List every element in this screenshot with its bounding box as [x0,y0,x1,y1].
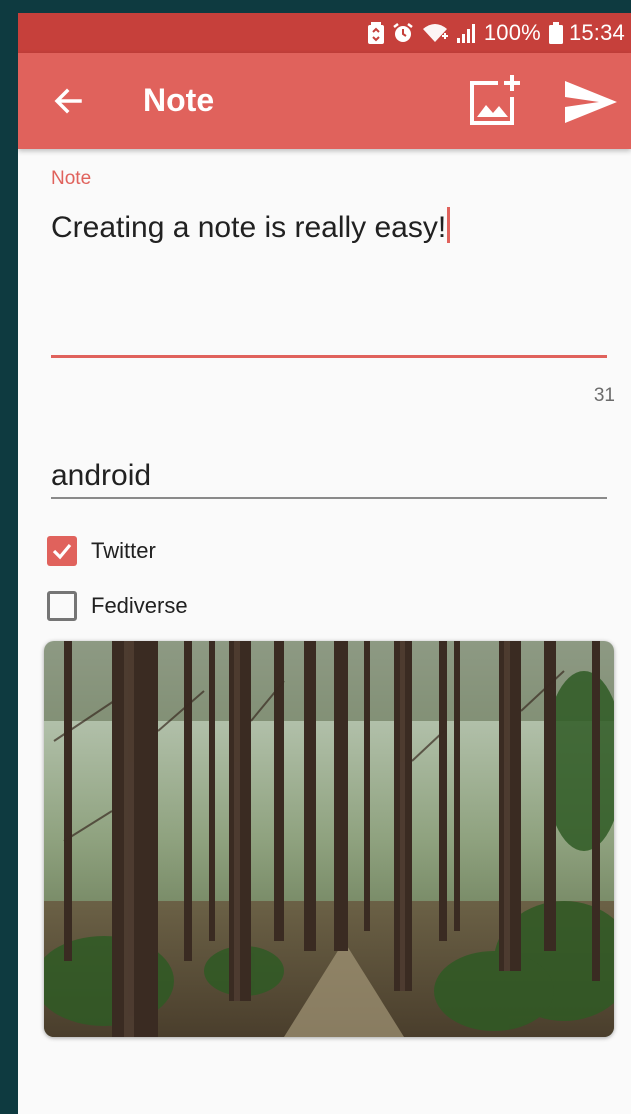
app-bar: Note [18,53,631,149]
add-photo-icon [470,75,520,125]
page-title: Note [143,82,215,118]
battery-percent: 100% [483,20,541,45]
note-underline [51,355,607,358]
tags-value: android [51,459,152,492]
status-bar: 100% 15:34 [18,13,631,53]
alarm-icon [392,22,414,44]
fediverse-checkbox-row[interactable]: Fediverse [47,589,188,623]
note-text: Creating a note is really easy! [51,207,451,248]
forest-photo [44,641,614,1037]
signal-icon [456,22,478,44]
note-value: Creating a note is really easy! [51,211,447,244]
text-cursor [447,207,451,243]
add-image-button[interactable] [468,75,524,127]
checkmark-icon [52,543,72,560]
fediverse-checkbox[interactable] [47,591,77,621]
wifi-icon [422,22,448,44]
send-icon [565,81,617,123]
arrow-back-icon [54,88,82,114]
send-button[interactable] [563,79,619,125]
note-input[interactable] [51,163,607,358]
battery-icon [548,22,563,44]
character-counter: 31 [593,385,615,406]
battery-saver-icon [367,22,384,44]
clock: 15:34 [568,20,625,45]
twitter-label: Twitter [91,538,156,563]
back-button[interactable] [48,81,88,121]
phone-screen: 100% 15:34 Note Note Creating a note is [18,13,631,1114]
twitter-checkbox[interactable] [47,536,77,566]
attached-photo[interactable] [44,641,614,1037]
twitter-checkbox-row[interactable]: Twitter [47,534,156,568]
tags-underline [51,497,607,499]
fediverse-label: Fediverse [91,593,188,618]
